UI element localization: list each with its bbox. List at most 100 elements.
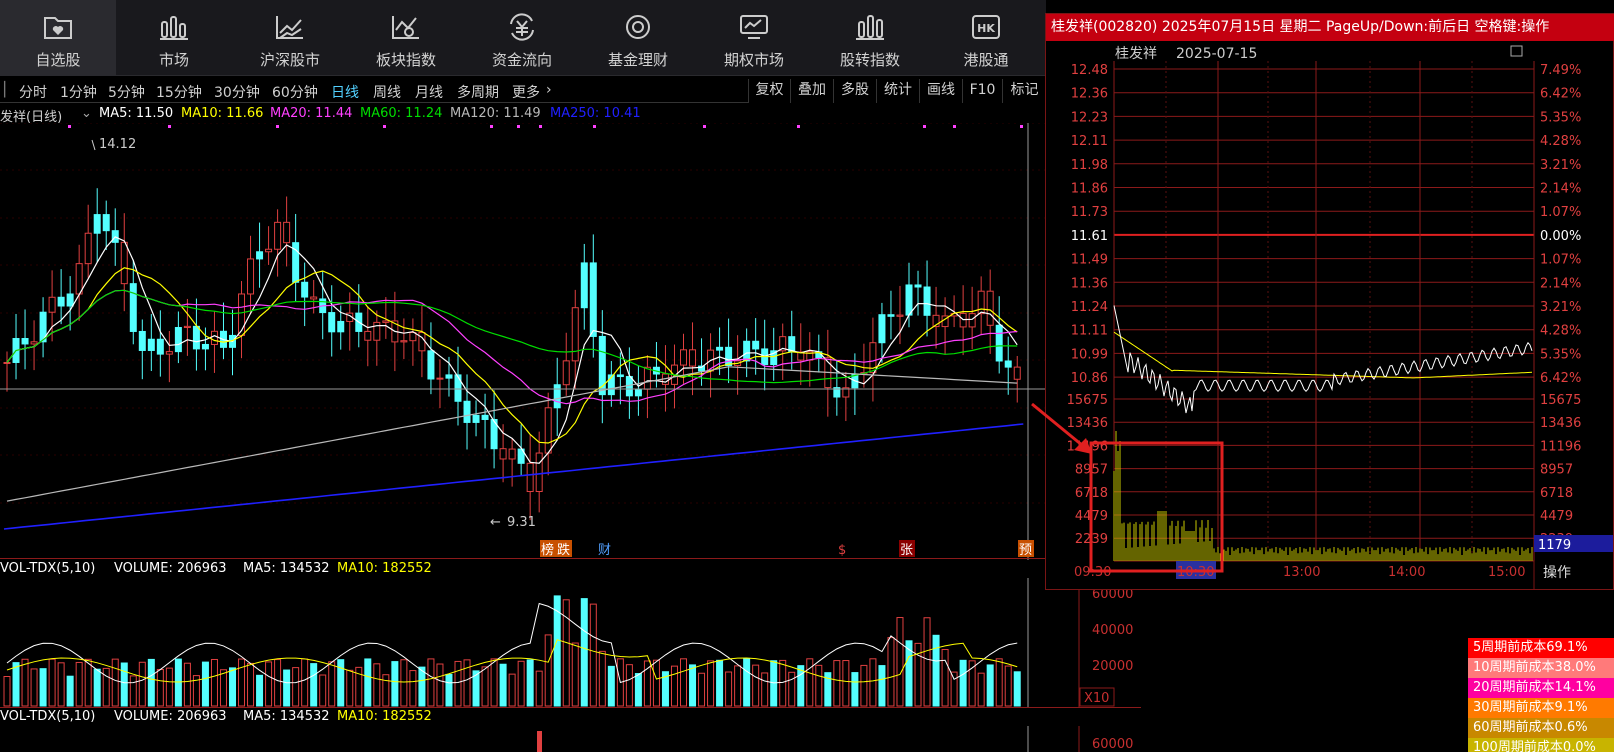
pct-label: 6.42% bbox=[1540, 371, 1581, 386]
volume2-chart[interactable]: 60000 bbox=[0, 726, 1141, 752]
volume-chart[interactable]: 60000 40000 20000 X10 bbox=[0, 578, 1141, 708]
volume-bar bbox=[337, 659, 345, 707]
bar-columns-icon bbox=[160, 16, 188, 40]
signal-dot bbox=[703, 125, 706, 128]
tab-15min[interactable]: 15分钟 bbox=[156, 82, 202, 102]
volume-bar bbox=[986, 664, 994, 707]
candle bbox=[427, 350, 435, 380]
tab-5min[interactable]: 5分钟 bbox=[108, 82, 145, 102]
nav-item-watchlist[interactable]: 自选股 bbox=[0, 0, 116, 76]
button-adjust[interactable]: 复权 bbox=[748, 79, 790, 103]
candle bbox=[382, 320, 390, 323]
vol-scale-40000: 40000 bbox=[1092, 623, 1133, 638]
volume-bar bbox=[932, 634, 940, 707]
event-tag-dollar[interactable]: $ bbox=[838, 543, 846, 558]
tab-daily[interactable]: 日线 bbox=[331, 82, 359, 102]
svg-text:HK: HK bbox=[977, 22, 995, 35]
nav-item-fund-finance[interactable]: 基金理财 bbox=[580, 0, 696, 76]
nav-item-shsz[interactable]: 沪深股市 bbox=[232, 0, 348, 76]
divider bbox=[0, 707, 1141, 708]
candle bbox=[562, 360, 570, 386]
nav-item-fund-flow[interactable]: 资金流向 bbox=[464, 0, 580, 76]
event-tag-drop[interactable]: 跌 bbox=[557, 542, 570, 558]
volume-bar bbox=[310, 663, 318, 707]
nav-item-options[interactable]: 期权市场 bbox=[696, 0, 812, 76]
volume-bar bbox=[490, 658, 498, 707]
button-f10[interactable]: F10 bbox=[962, 79, 1002, 103]
button-overlay[interactable]: 叠加 bbox=[790, 79, 833, 103]
maximize-icon[interactable] bbox=[1510, 45, 1523, 57]
event-tag-forecast[interactable]: 预 bbox=[1019, 543, 1032, 558]
nav-item-stock-transfer[interactable]: 股转指数 bbox=[812, 0, 928, 76]
tab-monthly[interactable]: 月线 bbox=[415, 82, 443, 102]
candle bbox=[499, 448, 507, 460]
candle bbox=[183, 325, 191, 329]
button-draw[interactable]: 画线 bbox=[919, 79, 962, 103]
button-mark[interactable]: 标记 bbox=[1002, 79, 1046, 103]
popup-title[interactable]: 桂发祥(002820) 2025年07月15日 星期二 PageUp/Down:… bbox=[1046, 14, 1614, 41]
signal-dot bbox=[923, 125, 926, 128]
time-1400: 14:00 bbox=[1388, 565, 1425, 580]
tab-multi-period[interactable]: 多周期 bbox=[457, 82, 499, 102]
vol-scale-label: 13436 bbox=[1540, 416, 1581, 431]
event-tag-finance[interactable]: 财 bbox=[598, 543, 611, 558]
tab-intraday[interactable]: 分时 bbox=[19, 82, 47, 102]
candle bbox=[589, 262, 597, 337]
volume-bar bbox=[129, 675, 137, 707]
nav-item-market[interactable]: 市场 bbox=[116, 0, 232, 76]
operate-button[interactable]: 操作 bbox=[1543, 565, 1571, 581]
pct-label: 1.07% bbox=[1540, 205, 1581, 220]
price-label: 12.36 bbox=[1071, 87, 1108, 102]
candle bbox=[192, 325, 200, 350]
price-label: 12.48 bbox=[1071, 63, 1108, 78]
intraday-chart[interactable]: 桂发祥 2025-07-15 12.48 12.36 12.23 12.11 11.98… bbox=[1046, 41, 1613, 589]
tab-more[interactable]: 更多 bbox=[512, 82, 540, 102]
pct-label: 5.35% bbox=[1540, 347, 1581, 362]
candle bbox=[905, 284, 913, 316]
button-multi-stock[interactable]: 多股 bbox=[833, 79, 876, 103]
volume-bar bbox=[689, 664, 697, 707]
volume-bar bbox=[535, 670, 543, 707]
nav-item-sector-index[interactable]: 板块指数 bbox=[348, 0, 464, 76]
candle bbox=[463, 400, 471, 423]
candle bbox=[643, 366, 651, 390]
chevron-down-icon[interactable]: ⌄ bbox=[81, 106, 92, 121]
event-tag-rank[interactable]: 榜 bbox=[541, 542, 554, 558]
price-label: 11.11 bbox=[1071, 324, 1108, 339]
vol-scale-label: 11196 bbox=[1540, 439, 1581, 454]
intraday-popup[interactable]: 桂发祥(002820) 2025年07月15日 星期二 PageUp/Down:… bbox=[1045, 13, 1614, 590]
candle bbox=[689, 349, 697, 367]
candle bbox=[21, 338, 29, 345]
candle bbox=[472, 414, 480, 423]
volume2-value: VOLUME: 206963 bbox=[114, 709, 227, 724]
volume-bar bbox=[941, 649, 949, 707]
nav-item-hk-connect[interactable]: HK 港股通 bbox=[928, 0, 1044, 76]
chevron-right-icon[interactable]: › bbox=[546, 82, 552, 98]
pct-label: 5.35% bbox=[1540, 110, 1581, 125]
volume-bar bbox=[111, 658, 119, 707]
event-tag-rise[interactable]: 张 bbox=[900, 543, 913, 558]
volume-bar bbox=[120, 662, 128, 707]
volume-bar bbox=[743, 658, 751, 707]
volume-bar bbox=[652, 659, 660, 707]
tab-60min[interactable]: 60分钟 bbox=[272, 82, 318, 102]
kline-chart[interactable]: 14.12 ← 9.31 榜 跌 财 $ 张 预 bbox=[0, 123, 1046, 560]
tab-1min[interactable]: 1分钟 bbox=[60, 82, 97, 102]
price-label: 12.11 bbox=[1071, 134, 1108, 149]
signal-dot bbox=[1020, 125, 1023, 128]
candle bbox=[436, 377, 444, 380]
vol2-scale: 60000 bbox=[1092, 737, 1133, 752]
volume-bar bbox=[238, 658, 246, 707]
price-label: 11.73 bbox=[1071, 205, 1108, 220]
collapse-icon[interactable]: ▏ bbox=[4, 82, 15, 98]
tab-30min[interactable]: 30分钟 bbox=[214, 82, 260, 102]
button-stats[interactable]: 统计 bbox=[876, 79, 919, 103]
volume-bar bbox=[851, 672, 859, 707]
tab-weekly[interactable]: 周线 bbox=[373, 82, 401, 102]
trading-app: { "nav": {"items": [ {"label":"自选股","ico… bbox=[0, 0, 1614, 752]
candle bbox=[743, 340, 751, 362]
vol-unit: X10 bbox=[1084, 691, 1109, 706]
volume-bar bbox=[815, 664, 823, 707]
volume-bar bbox=[896, 617, 904, 707]
ma10-line bbox=[6, 267, 1018, 444]
